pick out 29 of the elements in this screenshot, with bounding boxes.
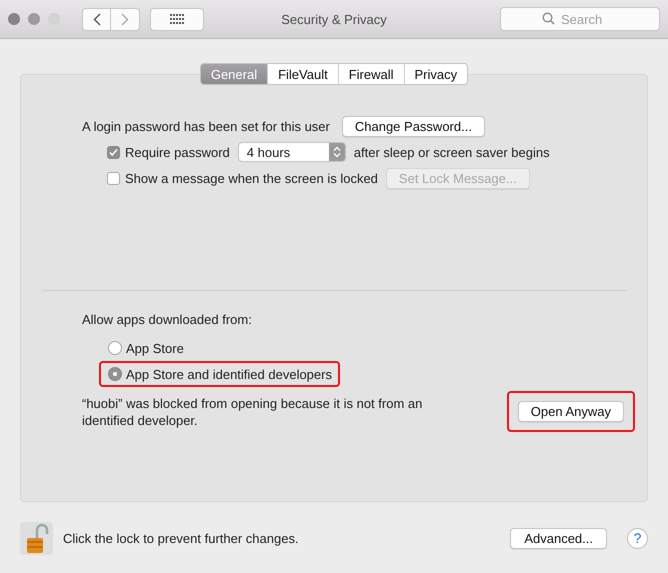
back-icon — [92, 12, 100, 26]
require-password-label: Require password — [125, 144, 230, 160]
lock-message-checkbox[interactable] — [107, 172, 120, 184]
lock-message-label: Show a message when the screen is locked — [125, 170, 378, 186]
search-field[interactable]: Search — [500, 7, 660, 31]
lock-hint: Click the lock to prevent further changes. — [63, 530, 299, 546]
allow-apps-label: Allow apps downloaded from: — [82, 312, 252, 327]
unlocked-padlock-icon[interactable] — [20, 522, 53, 554]
tab[interactable]: Privacy — [404, 64, 468, 84]
back-button[interactable] — [82, 8, 111, 30]
radio-option[interactable]: App Store and identified developers — [99, 361, 340, 387]
close-button[interactable] — [8, 13, 20, 25]
window-title: Security & Privacy — [281, 12, 387, 26]
grid-icon — [170, 14, 184, 24]
minimize-button[interactable] — [28, 13, 40, 25]
advanced-button[interactable]: Advanced... — [510, 528, 607, 548]
interval-select[interactable]: 4 hours — [238, 142, 346, 162]
stepper-icon — [332, 146, 341, 158]
forward-icon — [121, 12, 129, 26]
change-password-button[interactable]: Change Password... — [342, 116, 485, 136]
radio-option[interactable]: App Store — [99, 335, 192, 361]
blocked-message: “huobi” was blocked from opening because it is not from an identified developer. — [82, 394, 424, 428]
require-password-suffix: after sleep or screen saver begins — [354, 144, 550, 160]
search-icon — [542, 12, 555, 25]
require-password-checkbox[interactable] — [107, 146, 120, 158]
help-button[interactable]: ? — [627, 528, 648, 548]
login-password-text: A login password has been set for this user — [82, 118, 330, 134]
open-anyway-button[interactable]: Open Anyway — [518, 401, 624, 422]
show-all-button[interactable] — [150, 8, 204, 30]
